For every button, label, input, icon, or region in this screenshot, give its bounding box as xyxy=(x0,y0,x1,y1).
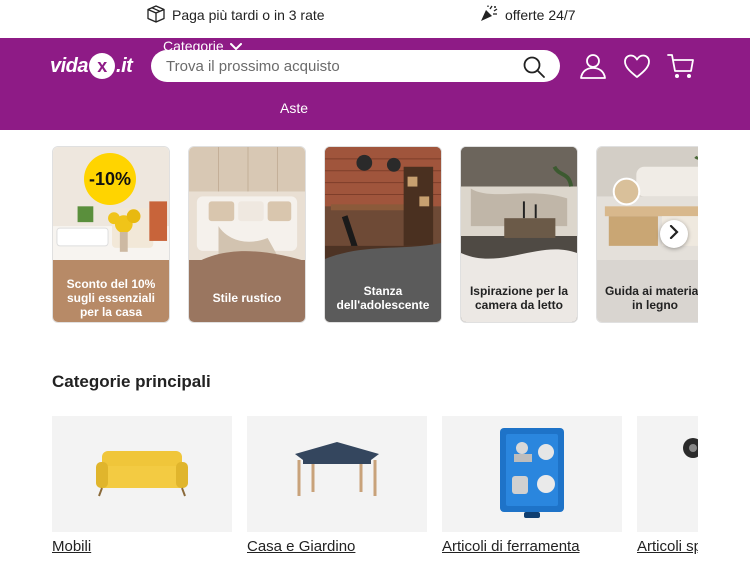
discount-badge: -10% xyxy=(84,153,136,205)
category-tile[interactable] xyxy=(637,416,698,532)
vidaxl-logo[interactable]: vida x .it xyxy=(50,50,133,82)
carousel-next-button[interactable] xyxy=(660,220,688,248)
story-caption: Ispirazione per la camera da letto xyxy=(461,260,577,322)
promo-offers-text: offerte 24/7 xyxy=(505,7,576,23)
category-item-home-garden[interactable]: Casa e Giardino xyxy=(247,416,427,555)
category-label[interactable]: Articoli sp xyxy=(637,538,698,555)
story-caption: Sconto del 10% sugli essenziali per la c… xyxy=(53,260,169,322)
category-label[interactable]: Articoli di ferramenta xyxy=(442,538,622,555)
chevron-down-icon xyxy=(224,38,242,54)
promo-bar: Paga più tardi o in 3 rate offerte 24/7 xyxy=(0,0,750,38)
section-title: Categorie principali xyxy=(52,372,211,391)
search-icon[interactable] xyxy=(522,55,546,79)
logo-main: vida xyxy=(50,54,89,77)
promo-installments: Paga più tardi o in 3 rate xyxy=(146,4,325,26)
category-tile[interactable] xyxy=(52,416,232,532)
site-header: vidax.it Categorie Aste xyxy=(0,38,750,130)
story-caption: Stanza dell'adolescente xyxy=(325,260,441,322)
logo-x: x xyxy=(89,53,116,79)
story-card-teen-room[interactable]: Stanza dell'adolescente xyxy=(324,146,442,323)
box-icon xyxy=(146,4,172,26)
category-item-hardware[interactable]: Articoli di ferramenta xyxy=(442,416,622,555)
category-tile[interactable] xyxy=(442,416,622,532)
story-caption: Stile rustico xyxy=(189,260,305,322)
search-bar xyxy=(151,50,560,82)
story-card-bedroom[interactable]: Ispirazione per la camera da letto xyxy=(460,146,578,323)
category-item-sports[interactable]: Articoli sp xyxy=(637,416,698,555)
category-label[interactable]: Casa e Giardino xyxy=(247,538,427,555)
nav-categories[interactable]: Categorie xyxy=(163,38,343,54)
cart-icon[interactable] xyxy=(666,51,696,81)
nav-auctions[interactable]: Aste xyxy=(280,100,308,116)
sofa-image xyxy=(96,451,188,497)
spray-gun-kit-image xyxy=(500,428,564,518)
story-card-rustic[interactable]: Stile rustico xyxy=(188,146,306,323)
nav-categories-label: Categorie xyxy=(163,38,224,54)
sports-equipment-image xyxy=(683,438,698,458)
category-list: Mobili Casa e Giardino Articoli di ferra… xyxy=(52,416,698,563)
story-card-discount[interactable]: -10% Sconto del 10% sugli essenziali per… xyxy=(52,146,170,323)
nav-auctions-label: Aste xyxy=(280,100,309,116)
story-caption: Guida ai materiali in legno xyxy=(597,260,698,322)
story-carousel: -10% Sconto del 10% sugli essenziali per… xyxy=(52,146,698,323)
category-label[interactable]: Mobili xyxy=(52,538,232,555)
logo-tld: .it xyxy=(116,54,133,77)
promo-installments-text: Paga più tardi o in 3 rate xyxy=(172,7,325,23)
chevron-right-icon xyxy=(669,224,679,244)
account-icon[interactable] xyxy=(578,51,608,81)
gazebo-image xyxy=(295,442,379,496)
category-tile[interactable] xyxy=(247,416,427,532)
category-item-furniture[interactable]: Mobili xyxy=(52,416,232,555)
promo-offers: offerte 24/7 xyxy=(479,5,576,26)
party-popper-icon xyxy=(479,5,505,26)
search-input[interactable] xyxy=(166,57,506,75)
heart-icon[interactable] xyxy=(622,51,652,81)
